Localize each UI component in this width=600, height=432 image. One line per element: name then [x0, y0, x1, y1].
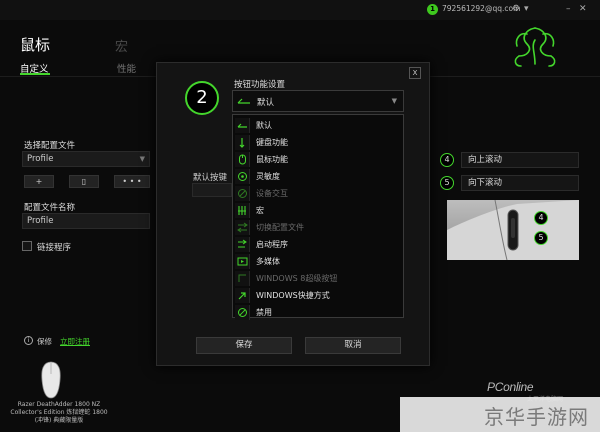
dropdown-option-multimedia[interactable]: 多媒体 — [233, 253, 403, 270]
profile-dropdown-value: Profile — [27, 154, 54, 164]
synapse-window: 1 792561292@qq.com ⚙ ▾ – ✕ 鼠标 宏 自定义 性能 选… — [0, 0, 600, 432]
function-select[interactable]: 默认 ▼ — [232, 90, 404, 112]
mouse-illustration: 4 5 — [447, 200, 579, 260]
profile-name-label: 配置文件名称 — [24, 203, 76, 213]
dropdown-option-label: 切换配置文件 — [256, 223, 304, 232]
dropdown-option-label: WINDOWS快捷方式 — [256, 291, 330, 300]
dropdown-option-keyboard[interactable]: 键盘功能 — [233, 134, 403, 151]
selected-button-number: 2 — [185, 81, 219, 115]
function-select-value: 默认 — [257, 98, 275, 108]
launch-program-icon — [235, 237, 250, 252]
top-bar: 1 792561292@qq.com ⚙ ▾ – ✕ — [0, 0, 600, 20]
info-icon: i — [24, 336, 33, 345]
default-icon — [235, 118, 250, 133]
dropdown-option-default[interactable]: 默认 — [233, 117, 403, 134]
mouse-function-icon — [235, 152, 250, 167]
add-profile-button[interactable]: + — [24, 175, 54, 188]
mouse-mark-4[interactable]: 4 — [534, 211, 548, 225]
device-name: Razer DeathAdder 1800 NZ Collector's Edi… — [10, 401, 108, 424]
sensitivity-icon — [235, 169, 250, 184]
razer-logo-icon — [514, 27, 556, 67]
dropdown-option-label: 启动程序 — [256, 240, 288, 249]
dropdown-option-label: 默认 — [256, 121, 272, 130]
button-number-5: 5 — [440, 176, 454, 190]
dropdown-option-label: 鼠标功能 — [256, 155, 288, 164]
default-key-label: 默认按键 — [193, 173, 228, 183]
dropdown-option-label: 禁用 — [256, 308, 272, 317]
default-key-field[interactable] — [192, 183, 232, 197]
page-title-secondary[interactable]: 宏 — [115, 36, 128, 55]
dropdown-option-inter-device[interactable]: 设备交互 — [233, 185, 403, 202]
switch-profile-icon — [235, 220, 250, 235]
profile-dropdown[interactable]: Profile ▼ — [22, 151, 150, 167]
minimize-icon[interactable]: – — [566, 4, 571, 14]
dropdown-option-label: WINDOWS 8超级按钮 — [256, 274, 338, 283]
dropdown-option-mouse[interactable]: 鼠标功能 — [233, 151, 403, 168]
dropdown-option-windows8-charms[interactable]: WINDOWS 8超级按钮 — [233, 270, 403, 287]
disable-icon — [235, 305, 250, 320]
dropdown-option-label: 宏 — [256, 206, 264, 215]
keyboard-function-icon — [235, 135, 250, 150]
default-icon — [237, 98, 250, 104]
profile-name-input[interactable]: Profile — [22, 213, 150, 229]
chevron-down-icon[interactable]: ▾ — [524, 4, 529, 14]
dropdown-option-label: 多媒体 — [256, 257, 280, 266]
save-button[interactable]: 保存 — [196, 337, 292, 354]
multimedia-icon — [235, 254, 250, 269]
cancel-button[interactable]: 取消 — [305, 337, 401, 354]
delete-profile-button[interactable]: ▯ — [69, 175, 99, 188]
macro-icon — [235, 203, 250, 218]
windows8-charms-icon — [235, 271, 250, 286]
dropdown-option-windows-shortcut[interactable]: WINDOWS快捷方式 — [233, 287, 403, 304]
register-link[interactable]: 立即注册 — [60, 336, 90, 347]
chevron-down-icon: ▼ — [139, 155, 145, 163]
dialog-title: 按钮功能设置 — [234, 80, 286, 90]
link-program-label: 链接程序 — [37, 243, 72, 253]
pconline-watermark: PConline — [487, 380, 534, 394]
dropdown-option-launch-program[interactable]: 启动程序 — [233, 236, 403, 253]
mouse-thumbnail-icon — [41, 361, 61, 399]
more-options-button[interactable]: • • • — [114, 175, 150, 188]
dropdown-option-label: 设备交互 — [256, 189, 288, 198]
function-dropdown-list: 默认 键盘功能 鼠标功能 灵敏度 设备交互 宏 切换配置文件 启动程序 多媒体 … — [232, 114, 404, 321]
profile-select-label: 选择配置文件 — [24, 141, 76, 151]
settings-icon[interactable]: ⚙ — [512, 4, 520, 14]
dropdown-option-switch-profile[interactable]: 切换配置文件 — [233, 219, 403, 236]
notification-badge[interactable]: 1 — [427, 4, 438, 15]
active-tab-indicator — [20, 73, 50, 75]
tab-performance[interactable]: 性能 — [117, 61, 136, 75]
mouse-body-icon — [447, 200, 579, 260]
close-icon[interactable]: ✕ — [579, 4, 587, 14]
account-email[interactable]: 792561292@qq.com — [442, 4, 520, 13]
dropdown-option-label: 灵敏度 — [256, 172, 280, 181]
button-number-4: 4 — [440, 153, 454, 167]
warranty-label: 保修 — [37, 337, 52, 346]
mouse-mark-5[interactable]: 5 — [534, 231, 548, 245]
button-assign-scroll-down[interactable]: 向下滚动 — [461, 175, 579, 191]
dropdown-option-sensitivity[interactable]: 灵敏度 — [233, 168, 403, 185]
dropdown-option-label: 键盘功能 — [256, 138, 288, 147]
dropdown-option-macro[interactable]: 宏 — [233, 202, 403, 219]
dropdown-option-disable[interactable]: 禁用 — [233, 304, 403, 321]
site-watermark: 京华手游网 — [484, 405, 589, 429]
windows-shortcut-icon — [235, 288, 250, 303]
inter-device-icon — [235, 186, 250, 201]
link-program-checkbox[interactable] — [22, 241, 32, 251]
dialog-close-button[interactable]: X — [409, 67, 421, 79]
button-assign-scroll-up[interactable]: 向上滚动 — [461, 152, 579, 168]
chevron-down-icon: ▼ — [391, 97, 397, 105]
page-title: 鼠标 — [20, 36, 51, 54]
